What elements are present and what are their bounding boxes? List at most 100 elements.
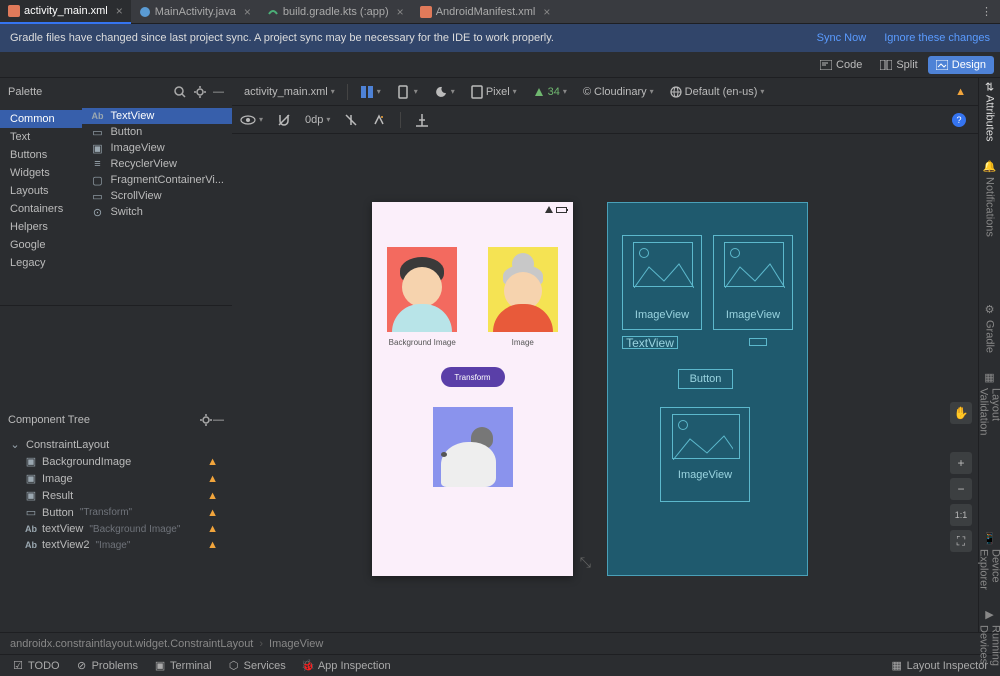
palette-item-recyclerview[interactable]: ≡RecyclerView	[82, 156, 232, 172]
help-icon[interactable]: ?	[952, 113, 966, 127]
running-devices-tab[interactable]: ▶Running Devices	[978, 608, 1000, 666]
warning-icon[interactable]: ▲	[207, 507, 218, 519]
bp-textview[interactable]	[749, 338, 767, 346]
ignore-changes-link[interactable]: Ignore these changes	[884, 32, 990, 44]
infer-constraints-icon[interactable]	[372, 113, 386, 127]
todo-tab[interactable]: ☑TODO	[4, 660, 68, 672]
editor-tabs: activity_main.xml × MainActivity.java × …	[0, 0, 1000, 24]
blueprint-view[interactable]: ImageView ImageView TextView Button Imag…	[607, 202, 808, 576]
preview-label-background[interactable]: Background Image	[377, 338, 467, 347]
device-selector[interactable]: Pixel▾	[467, 83, 521, 101]
app-inspection-tab[interactable]: 🐞App Inspection	[294, 660, 399, 672]
resize-handle-icon[interactable]: ⤡	[580, 554, 591, 571]
tree-item-button[interactable]: ▭Button"Transform"▲	[0, 504, 232, 521]
tree-item-result[interactable]: ▣Result▲	[0, 487, 232, 504]
warning-icon[interactable]: ▲	[207, 473, 218, 485]
more-icon[interactable]: ⋮	[973, 5, 1000, 18]
preview-image[interactable]	[488, 247, 558, 332]
file-selector[interactable]: activity_main.xml▾	[240, 84, 339, 100]
tree-item-textview[interactable]: AbtextView"Background Image"▲	[0, 521, 232, 537]
palette-cat-layouts[interactable]: Layouts	[0, 182, 82, 200]
warning-icon[interactable]: ▲	[951, 84, 970, 100]
design-mode-button[interactable]: Design	[928, 56, 994, 74]
problems-tab[interactable]: ⊘Problems	[68, 660, 146, 672]
eye-icon[interactable]: ▾	[240, 114, 263, 126]
device-explorer-tab[interactable]: 📱Device Explorer	[978, 532, 1000, 590]
bp-imageview[interactable]: ImageView	[660, 407, 750, 502]
close-icon[interactable]: ×	[397, 5, 404, 19]
gradle-panel-tab[interactable]: ⚙Gradle	[983, 303, 996, 353]
tree-root[interactable]: ⌄ConstraintLayout	[0, 436, 232, 453]
night-mode-icon[interactable]: ▾	[430, 83, 459, 101]
bp-button[interactable]: Button	[678, 369, 733, 389]
design-canvas[interactable]: Background Image Image Transform ⤡ Image…	[232, 134, 978, 632]
tree-item-backgroundimage[interactable]: ▣BackgroundImage▲	[0, 453, 232, 470]
minimize-icon[interactable]: —	[213, 414, 224, 426]
terminal-tab[interactable]: ▣Terminal	[146, 660, 220, 672]
palette-cat-helpers[interactable]: Helpers	[0, 218, 82, 236]
sync-now-link[interactable]: Sync Now	[817, 32, 867, 44]
zoom-reset-button[interactable]: 1:1	[950, 504, 972, 526]
attributes-panel-tab[interactable]: ⇄Attributes	[983, 82, 996, 142]
warning-icon[interactable]: ▲	[207, 523, 218, 535]
preview-label-image[interactable]: Image	[478, 338, 568, 347]
palette-item-textview[interactable]: AbTextView	[82, 108, 232, 124]
search-icon[interactable]	[173, 85, 187, 99]
palette-item-switch[interactable]: ⊙Switch	[82, 204, 232, 220]
preview-transform-button[interactable]: Transform	[441, 367, 505, 387]
tab-manifest[interactable]: AndroidManifest.xml ×	[412, 0, 559, 24]
preview-background-image[interactable]	[387, 247, 457, 332]
notifications-panel-tab[interactable]: 🔔Notifications	[983, 160, 996, 237]
pan-icon[interactable]: ✋	[950, 402, 972, 424]
palette-cat-containers[interactable]: Containers	[0, 200, 82, 218]
palette-cat-google[interactable]: Google	[0, 236, 82, 254]
palette-item-button[interactable]: ▭Button	[82, 124, 232, 140]
palette-cat-widgets[interactable]: Widgets	[0, 164, 82, 182]
default-margin[interactable]: 0dp▾	[305, 114, 330, 126]
palette-cat-common[interactable]: Common	[0, 110, 82, 128]
palette-cat-legacy[interactable]: Legacy	[0, 254, 82, 272]
device-preview[interactable]: Background Image Image Transform ⤡	[372, 202, 573, 576]
zoom-out-button[interactable]: −	[950, 478, 972, 500]
theme-selector[interactable]: ©Cloudinary▾	[579, 84, 658, 100]
minimize-icon[interactable]: —	[213, 86, 224, 98]
magnet-icon[interactable]	[277, 113, 291, 127]
tab-mainactivity[interactable]: MainActivity.java ×	[131, 0, 259, 24]
breadcrumb-item[interactable]: androidx.constraintlayout.widget.Constra…	[10, 638, 253, 650]
split-mode-button[interactable]: Split	[872, 56, 925, 74]
bp-textview[interactable]: TextView	[622, 336, 678, 349]
close-icon[interactable]: ×	[543, 5, 550, 19]
warning-icon[interactable]: ▲	[207, 456, 218, 468]
bp-imageview[interactable]: ImageView	[713, 235, 793, 330]
gear-icon[interactable]	[199, 413, 213, 427]
layout-inspector-tab[interactable]: ▦Layout Inspector	[883, 660, 996, 672]
clear-constraints-icon[interactable]	[344, 113, 358, 127]
palette-cat-text[interactable]: Text	[0, 128, 82, 146]
code-mode-button[interactable]: Code	[812, 56, 870, 74]
orientation-icon[interactable]: ▾	[393, 83, 422, 101]
warning-icon[interactable]: ▲	[207, 490, 218, 502]
close-icon[interactable]: ×	[244, 5, 251, 19]
palette-item-scrollview[interactable]: ▭ScrollView	[82, 188, 232, 204]
close-icon[interactable]: ×	[116, 4, 123, 18]
bp-imageview[interactable]: ImageView	[622, 235, 702, 330]
preview-result-image[interactable]	[433, 407, 513, 487]
locale-selector[interactable]: Default (en-us)▾	[666, 84, 769, 100]
design-surface-mode-icon[interactable]: ▾	[356, 83, 385, 101]
breadcrumb-item[interactable]: ImageView	[269, 638, 323, 650]
warning-icon[interactable]: ▲	[207, 539, 218, 551]
tree-item-image[interactable]: ▣Image▲	[0, 470, 232, 487]
tab-activity-main[interactable]: activity_main.xml ×	[0, 0, 131, 24]
gear-icon[interactable]	[193, 85, 207, 99]
tab-build-gradle[interactable]: build.gradle.kts (:app) ×	[259, 0, 412, 24]
tree-item-textview2[interactable]: AbtextView2"Image"▲	[0, 537, 232, 553]
palette-item-imageview[interactable]: ▣ImageView	[82, 140, 232, 156]
guidelines-icon[interactable]	[415, 113, 429, 127]
layout-validation-tab[interactable]: ▦Layout Validation	[978, 371, 1000, 436]
services-tab[interactable]: ⬡Services	[220, 660, 294, 672]
api-selector[interactable]: 34▾	[529, 84, 571, 100]
zoom-in-button[interactable]: +	[950, 452, 972, 474]
palette-cat-buttons[interactable]: Buttons	[0, 146, 82, 164]
zoom-fit-button[interactable]: ⛶	[950, 530, 972, 552]
palette-item-fragment[interactable]: ▢FragmentContainerVi...	[82, 172, 232, 188]
